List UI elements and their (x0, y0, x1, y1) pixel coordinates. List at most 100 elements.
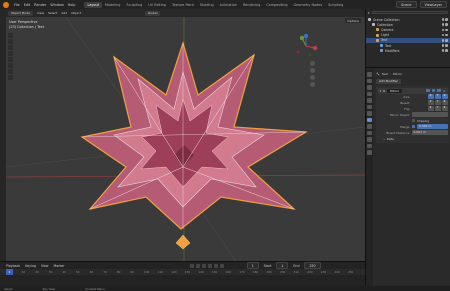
tab-material-icon[interactable] (367, 150, 372, 155)
outliner-filter-icon[interactable]: ▾ (368, 11, 370, 15)
rotate-tool-icon[interactable] (8, 51, 13, 56)
editmode-toggle-icon[interactable] (426, 88, 430, 93)
tab-particles-icon[interactable] (367, 124, 372, 129)
camera-icon[interactable] (445, 39, 448, 42)
camera-icon[interactable] (445, 44, 448, 47)
tab-shading[interactable]: Shading (197, 2, 217, 8)
tab-geometry-nodes[interactable]: Geometry Nodes (291, 2, 326, 8)
viewport-menu-add[interactable]: Add (61, 11, 67, 15)
eye-icon[interactable] (441, 33, 445, 37)
menu-window[interactable]: Window (50, 3, 63, 7)
move-tool-icon[interactable] (8, 45, 13, 50)
tab-object-icon[interactable] (367, 111, 372, 116)
eye-icon[interactable] (441, 23, 445, 27)
close-icon[interactable]: × (443, 89, 446, 93)
tab-texture-paint[interactable]: Texture Paint (169, 2, 197, 8)
prev-key-icon[interactable] (195, 263, 200, 268)
tab-modeling[interactable]: Modeling (102, 2, 123, 8)
axis-z-toggle[interactable]: Z (441, 94, 448, 99)
clipping-checkbox[interactable] (411, 118, 415, 123)
outliner-search-input[interactable] (371, 11, 448, 14)
merge-checkbox[interactable] (411, 124, 415, 129)
cursor-tool-icon[interactable] (8, 39, 13, 44)
camera-icon[interactable] (445, 28, 448, 32)
flip-z-toggle[interactable]: Z (441, 106, 448, 111)
tab-compositing[interactable]: Compositing (263, 2, 290, 8)
next-key-icon[interactable] (213, 263, 218, 268)
viewport-menu-select[interactable]: Select (48, 11, 57, 15)
jump-start-icon[interactable] (189, 263, 194, 268)
viewport-menu-view[interactable]: View (37, 11, 44, 15)
play-icon[interactable] (207, 263, 212, 268)
tab-layout[interactable]: Layout (84, 1, 102, 8)
view-layer-field[interactable]: ViewLayer (419, 1, 447, 8)
subpanel-chevron-icon[interactable]: › (384, 137, 385, 141)
measure-tool-icon[interactable] (8, 75, 13, 80)
eye-icon[interactable] (441, 39, 445, 42)
flip-y-toggle[interactable]: Y (434, 106, 441, 111)
axis-x-toggle[interactable]: X (427, 94, 434, 99)
camera-icon[interactable] (445, 18, 448, 21)
tab-constraints-icon[interactable] (367, 137, 372, 142)
menu-edit[interactable]: Edit (24, 3, 31, 7)
mode-dropdown[interactable]: Object Mode (8, 10, 33, 16)
jump-end-icon[interactable] (219, 263, 224, 268)
timeline-menu-marker[interactable]: Marker (54, 264, 65, 268)
tab-tool-icon[interactable] (367, 72, 372, 77)
transform-tool-icon[interactable] (8, 63, 13, 68)
flip-x-toggle[interactable]: X (427, 106, 434, 111)
eye-icon[interactable] (441, 44, 445, 47)
start-frame-field[interactable]: 1 (276, 262, 289, 269)
options-dropdown[interactable]: Options (345, 18, 361, 23)
gizmo-z-axis[interactable] (303, 33, 309, 39)
3d-viewport[interactable]: User Perspective (23) Collection | Text … (6, 17, 365, 261)
menu-file[interactable]: File (14, 3, 20, 7)
tab-scripting[interactable]: Scripting (325, 2, 346, 8)
eye-icon[interactable] (441, 49, 445, 53)
tab-output-icon[interactable] (367, 85, 372, 90)
mirror-object-field[interactable] (411, 112, 448, 117)
select-tool-icon[interactable] (8, 33, 13, 38)
current-frame-field[interactable]: 1 (246, 262, 259, 269)
bisect-x-toggle[interactable]: X (427, 100, 434, 105)
camera-icon[interactable] (445, 33, 448, 37)
timeline-menu-view[interactable]: View (41, 264, 49, 268)
tab-scene-icon[interactable] (367, 98, 372, 103)
annotate-tool-icon[interactable] (8, 69, 13, 74)
tab-modifier-icon[interactable] (367, 117, 372, 122)
outliner-row[interactable]: Modifiers (366, 48, 450, 53)
tab-data-icon[interactable] (367, 143, 372, 148)
menu-render[interactable]: Render (34, 3, 46, 7)
menu-help[interactable]: Help (68, 3, 76, 7)
gizmo-y-axis[interactable] (299, 35, 305, 41)
zoom-icon[interactable] (310, 61, 315, 66)
tab-world-icon[interactable] (367, 104, 372, 109)
axis-y-toggle[interactable]: Y (434, 94, 441, 99)
eye-icon[interactable] (441, 18, 445, 21)
render-toggle-icon[interactable] (437, 88, 441, 93)
tab-physics-icon[interactable] (367, 130, 372, 135)
modifier-name-field[interactable]: Mirror (387, 88, 403, 93)
camera-icon[interactable] (445, 49, 448, 53)
add-modifier-button[interactable]: Add Modifier (376, 78, 401, 84)
bisect-distance-field[interactable]: 0.001 m (411, 130, 448, 135)
tab-animation[interactable]: Animation (217, 2, 240, 8)
data-subpanel-header[interactable]: › Data (378, 136, 448, 142)
gizmo-x-axis[interactable] (312, 45, 318, 51)
timeline-menu-keying[interactable]: Keying (25, 264, 36, 268)
pan-hand-icon[interactable] (310, 68, 315, 73)
navigation-gizmo[interactable] (293, 33, 319, 59)
transform-orientation-dropdown[interactable]: Global (144, 10, 161, 16)
tab-render-icon[interactable] (367, 78, 372, 83)
timeline-menu-playback[interactable]: Playback (6, 264, 20, 268)
timeline-ruler[interactable]: 1 0 10 20 30 40 50 60 70 80 90 100 110 120 130 140 150 1… (0, 269, 365, 275)
camera-view-icon[interactable] (310, 75, 315, 80)
grid-view-icon[interactable] (310, 82, 315, 87)
tab-view-layer-icon[interactable] (367, 91, 372, 96)
end-frame-field[interactable]: 250 (304, 262, 321, 269)
scene-field[interactable]: Scene (396, 1, 417, 8)
viewport-menu-object[interactable]: Object (71, 11, 81, 15)
merge-distance-field[interactable]: 0.001 m (417, 124, 448, 129)
viewport-toggle-icon[interactable] (431, 88, 436, 93)
tab-uv-editing[interactable]: UV Editing (145, 2, 169, 8)
